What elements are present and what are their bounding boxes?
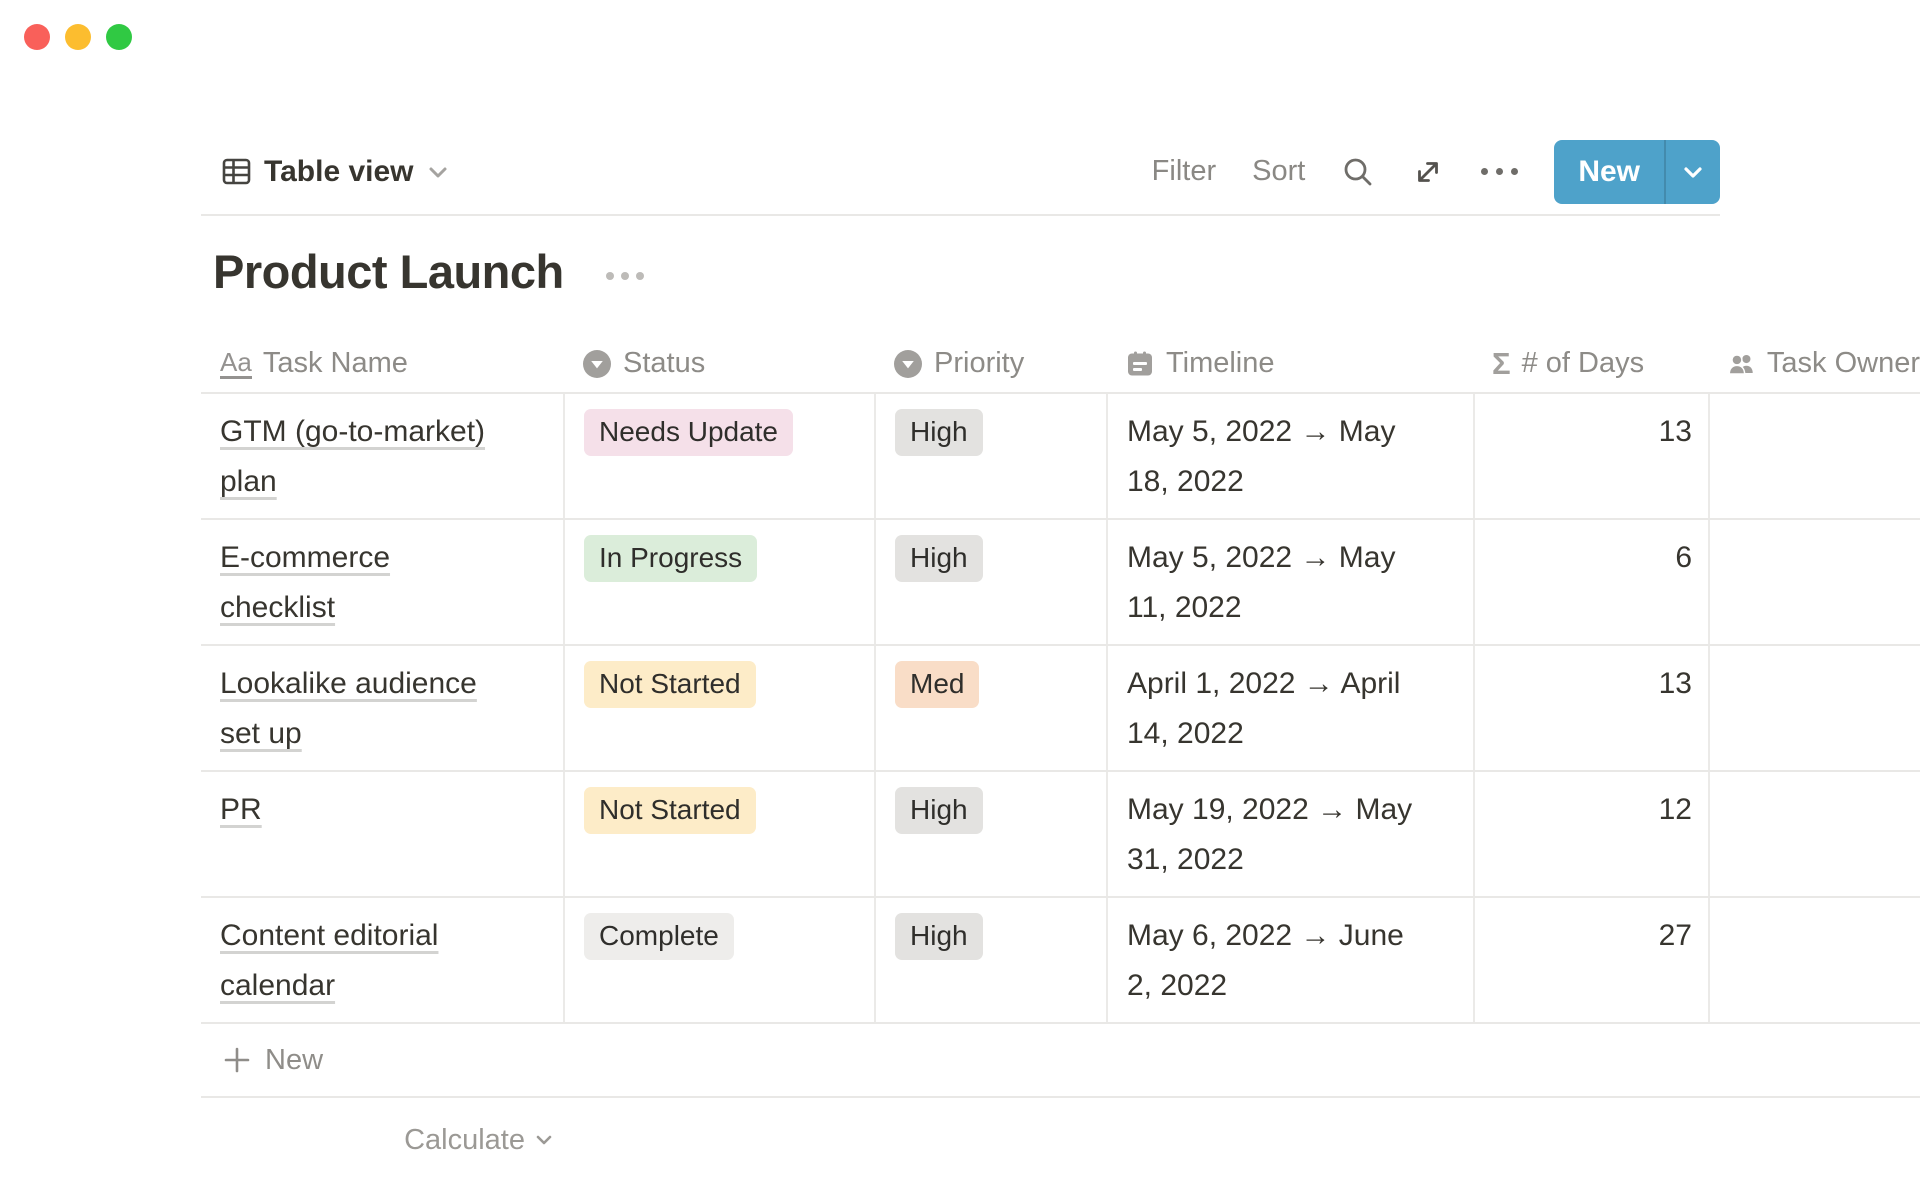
cell-days[interactable]: 27 — [1473, 898, 1708, 1022]
cell-timeline[interactable]: May 19, 2022 → May 31, 2022 — [1106, 772, 1473, 896]
status-badge: Complete — [584, 913, 734, 960]
column-header-days[interactable]: Σ # of Days — [1473, 335, 1708, 392]
search-button[interactable] — [1341, 155, 1375, 189]
cell-task-name[interactable]: Content editorial calendar — [201, 898, 563, 1022]
chevron-down-icon — [533, 1129, 555, 1151]
chevron-down-icon — [1680, 159, 1706, 185]
cell-timeline[interactable]: May 6, 2022 → June 2, 2022 — [1106, 898, 1473, 1022]
column-header-priority[interactable]: Priority — [874, 335, 1106, 392]
status-badge: Not Started — [584, 787, 756, 834]
filter-button[interactable]: Filter — [1152, 155, 1216, 188]
calendar-icon — [1125, 349, 1155, 379]
column-header-status[interactable]: Status — [563, 335, 874, 392]
database-table: Aa Task Name Status Priority — [201, 335, 1920, 1182]
cell-days[interactable]: 13 — [1473, 394, 1708, 518]
cell-priority[interactable]: Med — [874, 646, 1106, 770]
table-row: Content editorial calendar Complete High… — [201, 898, 1920, 1024]
cell-days[interactable]: 12 — [1473, 772, 1708, 896]
cell-status[interactable]: Not Started — [563, 772, 874, 896]
table-footer: Calculate — [201, 1098, 1920, 1182]
table-header-row: Aa Task Name Status Priority — [201, 335, 1920, 394]
cell-status[interactable]: Complete — [563, 898, 874, 1022]
status-badge: In Progress — [584, 535, 757, 582]
status-badge: Not Started — [584, 661, 756, 708]
database-toolbar: Table view Filter Sort New — [201, 129, 1720, 216]
cell-priority[interactable]: High — [874, 772, 1106, 896]
plus-icon — [222, 1045, 252, 1075]
select-icon — [582, 349, 612, 379]
sum-icon: Σ — [1492, 346, 1511, 382]
cell-status[interactable]: Not Started — [563, 646, 874, 770]
status-badge: Needs Update — [584, 409, 793, 456]
priority-badge: High — [895, 409, 983, 456]
table-row: GTM (go-to-market) plan Needs Update Hig… — [201, 394, 1920, 520]
table-row: PR Not Started High May 19, 2022 → May 3… — [201, 772, 1920, 898]
priority-badge: High — [895, 535, 983, 582]
more-options-button[interactable] — [1481, 168, 1518, 175]
table-row: Lookalike audience set up Not Started Me… — [201, 646, 1920, 772]
table-view-switcher[interactable]: Table view — [221, 155, 450, 189]
more-icon — [1481, 168, 1488, 175]
table-view-icon — [221, 156, 252, 187]
cell-days[interactable]: 13 — [1473, 646, 1708, 770]
cell-status[interactable]: Needs Update — [563, 394, 874, 518]
new-button-group: New — [1554, 140, 1720, 204]
calculate-button[interactable]: Calculate — [201, 1098, 563, 1182]
cell-priority[interactable]: High — [874, 394, 1106, 518]
select-icon — [893, 349, 923, 379]
sort-button[interactable]: Sort — [1252, 155, 1305, 188]
priority-badge: High — [895, 913, 983, 960]
cell-priority[interactable]: High — [874, 520, 1106, 644]
priority-badge: High — [895, 787, 983, 834]
cell-status[interactable]: In Progress — [563, 520, 874, 644]
cell-timeline[interactable]: May 5, 2022 → May 18, 2022 — [1106, 394, 1473, 518]
text-icon: Aa — [220, 349, 252, 379]
cell-task-name[interactable]: GTM (go-to-market) plan — [201, 394, 563, 518]
cell-task-owner[interactable] — [1708, 520, 1920, 644]
cell-task-owner[interactable] — [1708, 772, 1920, 896]
view-name-label: Table view — [264, 155, 414, 189]
column-header-task-name[interactable]: Aa Task Name — [201, 335, 563, 392]
cell-task-owner[interactable] — [1708, 898, 1920, 1022]
minimize-window-button[interactable] — [65, 24, 91, 50]
close-window-button[interactable] — [24, 24, 50, 50]
column-header-timeline[interactable]: Timeline — [1106, 335, 1473, 392]
title-more-button[interactable] — [606, 264, 644, 280]
cell-timeline[interactable]: May 5, 2022 → May 11, 2022 — [1106, 520, 1473, 644]
new-button-dropdown[interactable] — [1666, 140, 1720, 204]
people-icon — [1727, 348, 1756, 380]
more-icon — [606, 272, 614, 280]
column-header-task-owner[interactable]: Task Owner — [1708, 335, 1920, 392]
expand-icon — [1411, 155, 1445, 189]
table-row: E-commerce checklist In Progress High Ma… — [201, 520, 1920, 646]
priority-badge: Med — [895, 661, 979, 708]
new-button[interactable]: New — [1554, 140, 1664, 204]
chevron-down-icon — [426, 160, 450, 184]
cell-task-owner[interactable] — [1708, 394, 1920, 518]
cell-task-owner[interactable] — [1708, 646, 1920, 770]
window-controls — [24, 24, 132, 50]
cell-task-name[interactable]: Lookalike audience set up — [201, 646, 563, 770]
cell-days[interactable]: 6 — [1473, 520, 1708, 644]
cell-task-name[interactable]: PR — [201, 772, 563, 896]
cell-task-name[interactable]: E-commerce checklist — [201, 520, 563, 644]
zoom-window-button[interactable] — [106, 24, 132, 50]
cell-timeline[interactable]: April 1, 2022 → April 14, 2022 — [1106, 646, 1473, 770]
add-row-button[interactable]: New — [201, 1024, 1920, 1098]
cell-priority[interactable]: High — [874, 898, 1106, 1022]
search-icon — [1341, 155, 1375, 189]
expand-button[interactable] — [1411, 155, 1445, 189]
page-title: Product Launch — [213, 244, 564, 299]
